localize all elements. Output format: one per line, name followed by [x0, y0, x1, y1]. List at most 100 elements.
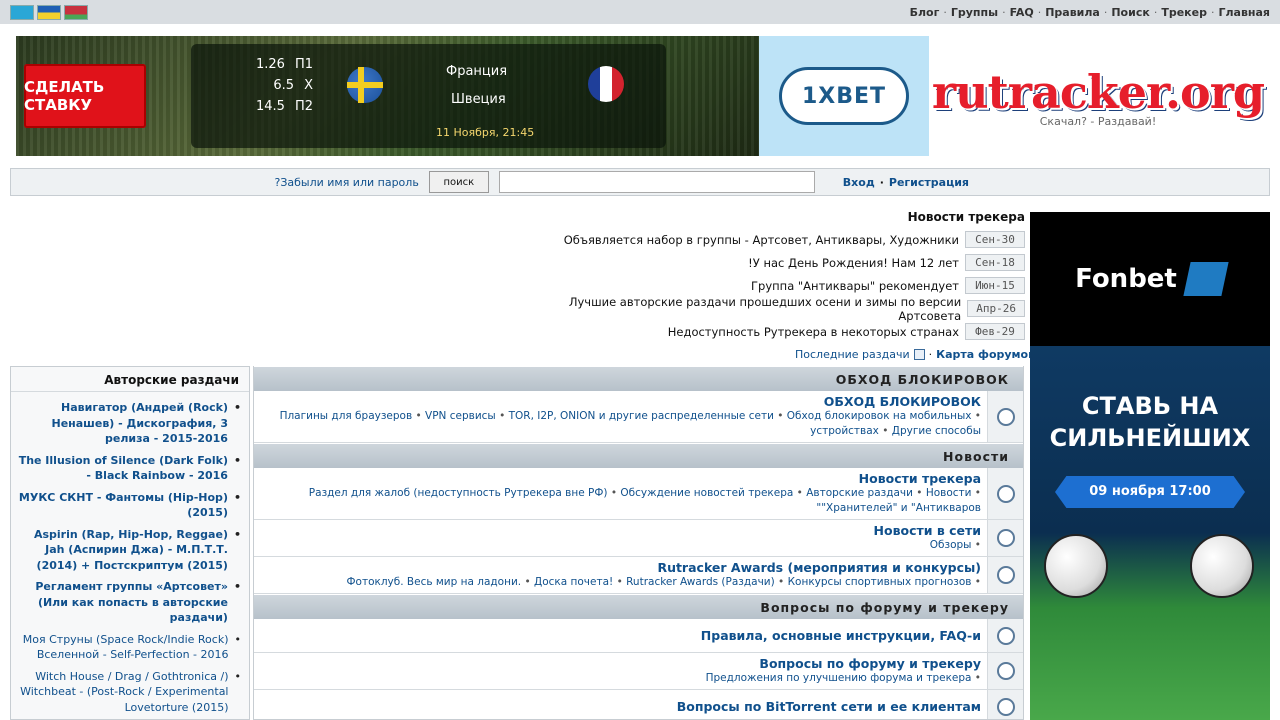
bullet: •: [971, 539, 981, 551]
forum-row: Вопросы по форуму и трекеру • Предложени…: [254, 653, 1023, 690]
forum-title-link[interactable]: ОБХОД БЛОКИРОВОК: [264, 394, 981, 409]
forum-body: ОБХОД БЛОКИРОВОК • Плагины для браузеров…: [254, 391, 987, 442]
category-header[interactable]: Вопросы по форуму и трекеру: [254, 594, 1023, 619]
subforum-link[interactable]: Конкурсы спортивных прогнозов: [788, 576, 972, 588]
sidebar-item-link[interactable]: (Rap, Hip-Hop, Reggae) Aspirin Jah (Аспи…: [17, 527, 228, 574]
sidebar-item-link[interactable]: (Witch House / Drag / Gothtronica / Post…: [17, 669, 228, 716]
forum-row: Новости в сети • Обзоры: [254, 520, 1023, 557]
onexbet-ad[interactable]: 1XBET: [759, 36, 929, 156]
forum-title-link[interactable]: Вопросы по BitTorrent сети и ее клиентам: [264, 699, 981, 714]
slogan-line-2: СИЛЬНЕЙШИХ: [1049, 424, 1251, 452]
fonbet-date: 09 ноября 17:00: [1055, 476, 1245, 508]
search-button[interactable]: поиск: [428, 171, 489, 193]
subforum-link[interactable]: Авторские раздачи: [806, 487, 913, 499]
sidebar-title: Авторские раздачи: [11, 367, 249, 392]
sidebar-item: (Rock) Навигатор (Андрей Ненашев) - Диск…: [17, 400, 241, 447]
auth-links: Регистрация · Вход: [843, 176, 969, 189]
forum-title-link[interactable]: Правила, основные инструкции, FAQ-и: [264, 628, 981, 643]
forum-status: [987, 520, 1023, 556]
top-nav-link[interactable]: Поиск: [1111, 6, 1149, 19]
subforum-link[interactable]: TOR, I2P, ONION и другие распределенные …: [509, 410, 774, 422]
fonbet-slogan: СТАВЬ НА СИЛЬНЕЙШИХ: [1030, 346, 1270, 454]
fonbet-ad[interactable]: Fonbet СТАВЬ НА СИЛЬНЕЙШИХ 09 ноября 17:…: [1030, 212, 1270, 720]
sidebar-item-link[interactable]: (Dark Folk) The Illusion of Silence - Bl…: [17, 453, 228, 484]
bullet: •: [878, 425, 892, 437]
news-link[interactable]: Лучшие авторские раздачи прошедших осени…: [520, 295, 961, 323]
sidebar-item-link[interactable]: Регламент группы «Артсовет» (Или как поп…: [17, 579, 228, 626]
top-nav-link[interactable]: Правила: [1045, 6, 1100, 19]
bullet: •: [773, 410, 787, 422]
bullet: •: [793, 487, 807, 499]
forum-title-link[interactable]: Новости в сети: [264, 523, 981, 538]
forum-status: [987, 391, 1023, 442]
sidebar-item-link[interactable]: (Rock) Навигатор (Андрей Ненашев) - Диск…: [17, 400, 227, 447]
news-link[interactable]: Недоступность Рутрекера в некоторых стра…: [668, 325, 959, 339]
category-header[interactable]: ОБХОД БЛОКИРОВОК: [254, 366, 1023, 391]
subforum-list: • Плагины для браузеров • VPN сервисы • …: [264, 409, 981, 439]
sidebar-item-link[interactable]: (Space Rock/Indie Rock) Моя Струны Вселе…: [17, 632, 229, 663]
sub-links: Карта форумов · Последние раздачи: [795, 348, 1051, 361]
site-logo[interactable]: rutracker.org Скачал? - Раздавай!: [928, 36, 1268, 156]
betting-banner[interactable]: СДЕЛАТЬ СТАВКУ 1.26 П1 6.5 X 14.5 П2 Швеция…: [16, 36, 759, 156]
forum-body: Вопросы по форуму и трекеру • Предложени…: [254, 653, 987, 689]
forum-map-link[interactable]: Карта форумов: [936, 348, 1035, 361]
top-nav-link[interactable]: Блог: [910, 6, 940, 19]
subforum-list: • Обзоры: [264, 538, 981, 553]
bullet: •: [412, 410, 426, 422]
sidebar-item: (Hip-Hop) МУКС СКНТ - Фантомы (2015): [17, 490, 241, 521]
subforum-link[interactable]: Раздел для жалоб (недоступность Рутрекер…: [309, 487, 608, 499]
forum-status: [987, 653, 1023, 689]
search-input[interactable]: [498, 171, 815, 193]
subforum-link[interactable]: Другие способы: [892, 425, 981, 437]
fonbet-body: СТАВЬ НА СИЛЬНЕЙШИХ 09 ноября 17:00: [1030, 346, 1270, 720]
forum-status-icon: [996, 407, 1015, 426]
soccer-ball-icon: [1190, 534, 1254, 598]
subforum-link[interactable]: Обсуждение новостей трекера: [620, 487, 793, 499]
forum-body: Новости в сети • Обзоры: [254, 520, 987, 556]
team-1-name: Франция: [446, 64, 508, 79]
top-nav-link[interactable]: Главная: [1218, 6, 1270, 19]
forum-title-link[interactable]: Новости трекера: [264, 471, 981, 486]
subforum-link[interactable]: Обзоры: [930, 539, 972, 551]
sidebar-item-link[interactable]: (Hip-Hop) МУКС СКНТ - Фантомы (2015): [17, 490, 228, 521]
bullet: •: [774, 576, 788, 588]
bullet: •: [607, 487, 621, 499]
odd-label-2: П2: [294, 99, 313, 114]
forum-row: Правила, основные инструкции, FAQ-и: [254, 619, 1023, 653]
forum-title-link[interactable]: Вопросы по форуму и трекеру: [264, 656, 981, 671]
news-date: 15-Июн: [965, 277, 1025, 294]
subforum-link[interactable]: Плагины для браузеров: [280, 410, 413, 422]
fonbet-brand: Fonbet: [1075, 264, 1177, 294]
top-nav-link[interactable]: Трекер: [1161, 6, 1207, 19]
forgot-password-link[interactable]: Забыли имя или пароль?: [274, 176, 418, 189]
balls-illustration: [1030, 508, 1270, 628]
news-item: 30-Сен Объявляется набор в группы - Артсо…: [520, 228, 1025, 251]
flag-ukraine-icon[interactable]: [37, 4, 61, 20]
news-link[interactable]: Группа "Антиквары" рекомендует: [751, 279, 959, 293]
flag-belarus-icon[interactable]: [64, 4, 88, 20]
subforum-link[interactable]: Доска почета!: [534, 576, 613, 588]
news-item: 18-Сен У нас День Рождения! Нам 12 лет!: [520, 251, 1025, 274]
login-link[interactable]: Вход: [843, 176, 875, 189]
language-flags: [10, 4, 88, 20]
flag-kazakhstan-icon[interactable]: [10, 4, 34, 20]
odd-value-x: 6.5: [273, 78, 295, 93]
forum-index: ОБХОД БЛОКИРОВОК ОБХОД БЛОКИРОВОК • Плаги…: [253, 366, 1024, 720]
odd-label-1: П1: [294, 57, 313, 72]
subforum-link[interactable]: VPN сервисы: [425, 410, 496, 422]
register-link[interactable]: Регистрация: [889, 176, 969, 189]
odd-label-x: X: [304, 78, 313, 93]
top-nav-link[interactable]: Группы: [951, 6, 998, 19]
subforum-link[interactable]: Предложения по улучшению форума и трекер…: [706, 672, 972, 684]
category-header[interactable]: Новости: [254, 443, 1023, 468]
news-link[interactable]: У нас День Рождения! Нам 12 лет!: [748, 256, 959, 270]
latest-releases-link[interactable]: Последние раздачи: [795, 348, 910, 361]
latest-icon: [913, 349, 925, 360]
news-link[interactable]: Объявляется набор в группы - Артсовет, А…: [564, 233, 959, 247]
forum-title-link[interactable]: Rutracker Awards (мероприятия и конкурсы…: [264, 560, 981, 575]
subforum-link[interactable]: Rutracker Awards (Раздачи): [626, 576, 775, 588]
place-bet-button[interactable]: СДЕЛАТЬ СТАВКУ: [24, 64, 146, 128]
subforum-link[interactable]: Фотоклуб. Весь мир на ладони.: [347, 576, 522, 588]
top-nav-link[interactable]: FAQ: [1010, 6, 1034, 19]
sidebar-item: (Witch House / Drag / Gothtronica / Post…: [17, 669, 241, 716]
